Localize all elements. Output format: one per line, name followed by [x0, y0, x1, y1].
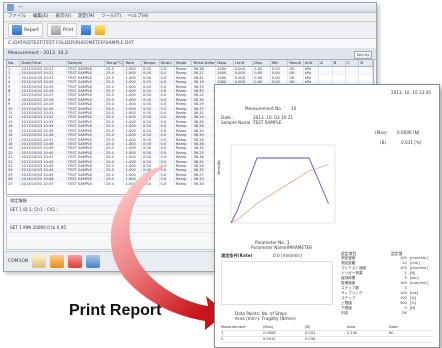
print-report-label: Print Report — [69, 302, 162, 319]
footer-cell: 2 — [221, 337, 224, 341]
chart-frame — [230, 144, 336, 224]
footer-cell: (B) — [305, 325, 311, 329]
footer-row: 2 0.0012 0.030 — [221, 337, 433, 343]
settings-row: 判定 OK — [341, 311, 435, 316]
footer-cell: 0.0006 — [263, 331, 276, 335]
result-b-label: (B) — [380, 140, 387, 145]
chart-marks — [230, 157, 329, 224]
series-line-2 — [230, 164, 329, 224]
y-axis-label: Stress(N) — [217, 160, 221, 175]
block-title: 測定条件(Rate) — [221, 253, 253, 258]
footer-cell: 60 — [389, 331, 394, 335]
footer-cell: 0.030 — [305, 337, 316, 341]
settings-cell: 判定 — [341, 311, 349, 315]
measurement-no-value: 10 — [291, 106, 297, 111]
footer-cell: (Max) — [263, 325, 274, 329]
footer-cell — [347, 337, 389, 342]
chart-grid — [230, 144, 336, 224]
printed-report: 2013. 10. 10 13:45 Measurement No. : 10 … — [214, 84, 440, 348]
sample-label: Sample Name : — [221, 120, 254, 125]
footer-cell — [389, 337, 431, 342]
parameter-name-label: Parameter Name : — [251, 245, 290, 250]
report-date: 2013. 10. 10 13:45 — [390, 90, 431, 95]
footer-cell: 1 — [221, 331, 224, 335]
report-chart — [230, 144, 336, 224]
measurement-no-label: Measurement No. : — [245, 106, 285, 111]
result-max-value: 0.0006 [N] — [397, 130, 420, 135]
notes-box — [221, 261, 333, 305]
footer-cell: 0.031 — [305, 331, 316, 335]
footer-line-2: Area (mm²): Fragility (N/mm) — [235, 316, 296, 321]
footer-cell: Area — [347, 325, 356, 329]
block-value: 0.0 [mm/min] — [273, 253, 302, 258]
settings-cell: OK — [401, 311, 407, 315]
footer-cell: Measurement — [221, 325, 246, 329]
footer-cell: Data — [389, 325, 398, 329]
parameter-name-value: PARAMETER — [287, 245, 313, 250]
settings-cell — [407, 311, 435, 316]
settings-table: 設定項目 設定値 測定速度 100 [mm/min] 測定距離 10 [mm] プレテスト速度 1… — [341, 251, 435, 316]
footer-cell: 0.0012 — [263, 337, 276, 341]
result-max-label: (Max) — [375, 130, 387, 135]
footer-cell: 2.190 — [347, 331, 358, 335]
sample-value: TEST SAMPLE — [253, 120, 282, 125]
footer-table: Measurement (Max) (B) Area Data 1 0.0006 0.031 2… — [221, 325, 433, 343]
result-b-value: 0.031 [%] — [401, 140, 422, 145]
